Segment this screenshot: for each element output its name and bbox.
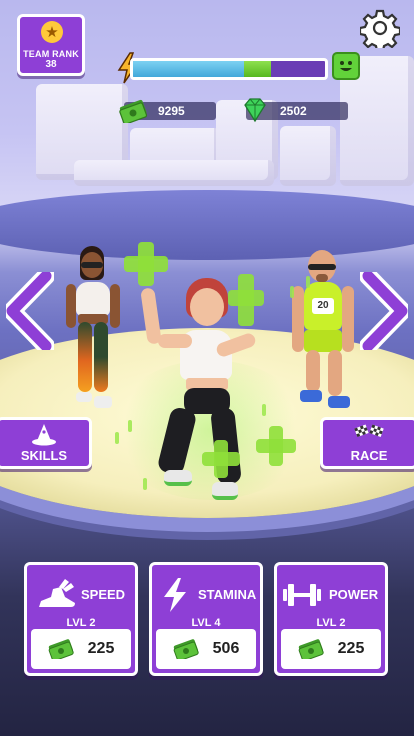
team-rank-badge[interactable]: ★ TEAM RANK 38 [17,14,85,76]
upgrade-level: LVL 2 [316,617,346,629]
skills-button[interactable]: SKILLS [0,417,92,469]
spark-particle [115,432,119,444]
upgrade-level: LVL 2 [66,617,96,629]
plus-particle [228,274,264,326]
cash-counter: 9295 [119,99,216,123]
upgrade-card-power[interactable]: POWER LVL 2 225 [274,562,388,676]
team-rank-label: TEAM RANK [23,49,79,59]
smiley-face-icon [332,52,360,80]
upgrade-cost: 225 [337,640,365,657]
cash-icon [119,99,148,123]
gem-counter: 2502 [244,98,348,123]
progress-next-segment [244,61,272,77]
upgrade-card-stamina[interactable]: STAMINA LVL 4 506 [149,562,263,676]
character-left [66,246,128,416]
progress-fill [133,61,245,77]
upgrade-cost: 225 [87,640,115,657]
cash-icon [298,639,324,659]
upgrade-card-speed[interactable]: SPEED LVL 2 225 [24,562,138,676]
cash-amount: 9295 [158,104,185,118]
skills-label: SKILLS [20,448,68,463]
team-rank-value: 38 [45,59,57,70]
checkered-flags-icon [354,424,384,438]
background-block [74,160,274,186]
cash-icon [48,639,74,659]
lightning-icon [164,578,186,612]
character-right: 20 [290,250,356,416]
gem-icon [244,98,266,123]
cash-icon [173,639,199,659]
spark-particle [143,478,147,490]
winged-shoe-icon [39,579,75,607]
gem-amount: 2502 [280,104,307,118]
progress-bar [130,58,328,80]
chevron-left-icon[interactable] [6,272,54,350]
upgrade-name: SPEED [81,587,126,602]
upgrade-cost-button[interactable]: 506 [156,629,256,669]
upgrade-cost: 506 [212,640,240,657]
wizard-hat-icon [32,424,56,446]
upgrade-cost-button[interactable]: 225 [281,629,381,669]
upgrade-cost-button[interactable]: 225 [31,629,131,669]
spark-particle [262,404,266,416]
race-button[interactable]: RACE [320,417,414,469]
background-block [280,126,336,186]
plus-particle [124,242,168,286]
spark-particle [128,420,132,432]
spark-particle [306,276,310,288]
upgrade-name: STAMINA [198,587,257,602]
plus-particle [202,440,240,478]
upgrade-name: POWER [329,587,379,602]
gear-icon[interactable] [360,8,400,48]
spark-particle [290,286,294,298]
race-label: RACE [350,448,388,463]
dumbbell-icon [283,584,321,606]
race-bib: 20 [312,298,334,314]
plus-particle [256,426,296,466]
chevron-right-icon[interactable] [360,272,408,350]
upgrade-level: LVL 4 [191,617,221,629]
star-icon: ★ [41,21,63,43]
